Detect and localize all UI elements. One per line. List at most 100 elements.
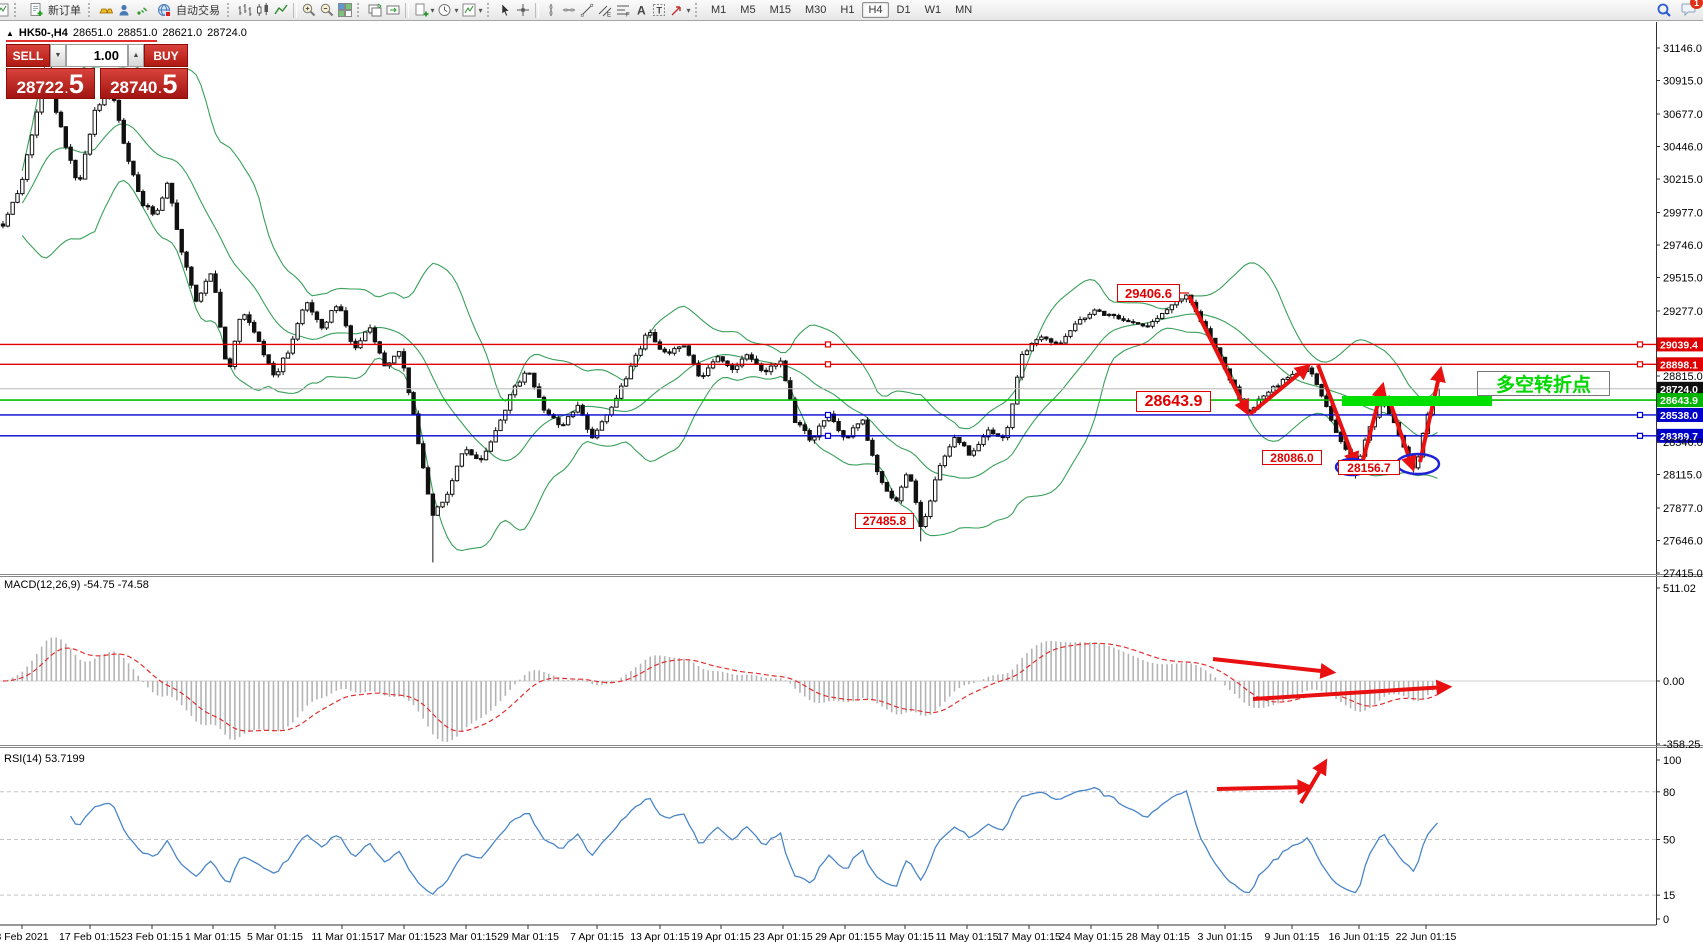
price-annotation-label: 29406.6 xyxy=(1117,284,1180,302)
line-handle[interactable] xyxy=(1638,412,1643,417)
timeframe-m5[interactable]: M5 xyxy=(734,2,761,18)
gold-instrument-icon[interactable] xyxy=(97,1,115,19)
signals-icon[interactable] xyxy=(133,1,151,19)
timeframe-w1[interactable]: W1 xyxy=(919,2,948,18)
macd-histogram: 511.020.00-358.25 xyxy=(0,583,1700,751)
svg-text:29 Mar 01:15: 29 Mar 01:15 xyxy=(497,931,559,942)
svg-text:29515.0: 29515.0 xyxy=(1663,273,1703,285)
crosshair-icon[interactable] xyxy=(514,1,532,19)
buy-button[interactable]: BUY xyxy=(144,44,188,67)
svg-text:28815.0: 28815.0 xyxy=(1663,371,1703,383)
timeframe-m30[interactable]: M30 xyxy=(799,2,832,18)
macd-signal-line xyxy=(3,643,1438,731)
notification-badge: 1 xyxy=(1690,0,1703,9)
svg-text:30446.0: 30446.0 xyxy=(1663,141,1703,153)
svg-text:28346.0: 28346.0 xyxy=(1663,437,1703,449)
chart-canvas[interactable]: 29039.428898.128724.028643.928538.028389… xyxy=(0,20,1703,942)
svg-text:30915.0: 30915.0 xyxy=(1663,76,1703,88)
svg-text:23 Mar 01:15: 23 Mar 01:15 xyxy=(435,931,497,942)
toolbar-grip[interactable] xyxy=(487,3,493,17)
cursor-icon[interactable] xyxy=(496,1,514,19)
svg-text:29 Apr 01:15: 29 Apr 01:15 xyxy=(815,931,875,942)
line-handle[interactable] xyxy=(826,412,831,417)
auto-arrange-icon[interactable] xyxy=(366,1,384,19)
svg-text:19 Apr 01:15: 19 Apr 01:15 xyxy=(691,931,751,942)
indicators-dropdown-icon[interactable]: ▾ xyxy=(460,1,484,19)
ohlc-low: 28621.0 xyxy=(162,27,202,39)
price-annotation-label: 27485.8 xyxy=(855,513,914,529)
trend-arrows xyxy=(1189,296,1446,803)
bar-chart-icon[interactable] xyxy=(236,1,254,19)
timeframe-group: M1M5M15M30H1H4D1W1MN xyxy=(704,2,979,18)
svg-text:11 Mar 01:15: 11 Mar 01:15 xyxy=(311,931,372,942)
community-icon[interactable] xyxy=(115,1,133,19)
line-handle[interactable] xyxy=(1638,433,1643,438)
svg-text:5 May 01:15: 5 May 01:15 xyxy=(876,931,934,942)
timeframe-mn[interactable]: MN xyxy=(949,2,978,18)
timeframe-m15[interactable]: M15 xyxy=(764,2,797,18)
equidistant-channel-icon[interactable]: E xyxy=(596,1,614,19)
toolbar-grip[interactable] xyxy=(14,3,20,17)
search-icon[interactable] xyxy=(1655,1,1673,19)
fibonacci-icon[interactable]: F xyxy=(614,1,632,19)
sell-price[interactable]: 28722.5 xyxy=(6,68,95,99)
zoom-out-icon[interactable] xyxy=(318,1,336,19)
new-order-button-label: 新订单 xyxy=(48,2,81,18)
buy-price[interactable]: 28740.5 xyxy=(100,68,189,99)
autotrade-button[interactable]: 自动交易 xyxy=(151,1,224,19)
svg-text:29039.4: 29039.4 xyxy=(1660,339,1698,351)
svg-text:15: 15 xyxy=(1663,890,1675,902)
toolbar-grip[interactable] xyxy=(227,3,233,17)
toolbar-grip[interactable] xyxy=(695,3,701,17)
svg-text:17 May 01:15: 17 May 01:15 xyxy=(997,931,1061,942)
arrows-shapes-icon[interactable]: ▾ xyxy=(668,1,692,19)
price-annotation-label: 28643.9 xyxy=(1136,391,1211,412)
price-axis: 31146.030915.030677.030446.030215.029977… xyxy=(1656,43,1703,580)
tile-windows-icon[interactable] xyxy=(336,1,354,19)
svg-text:-358.25: -358.25 xyxy=(1663,739,1700,751)
zoom-in-icon[interactable] xyxy=(300,1,318,19)
line-handle[interactable] xyxy=(1638,362,1643,367)
line-chart-icon[interactable] xyxy=(272,1,290,19)
rsi-panel: 1008050150 xyxy=(0,755,1681,926)
volume-decrease-button[interactable]: ▼ xyxy=(50,44,66,67)
new-order-button[interactable]: 新订单 xyxy=(23,1,85,19)
new-chart-dropdown-icon[interactable]: ▾ xyxy=(412,1,436,19)
horizontal-line-icon[interactable] xyxy=(560,1,578,19)
svg-text:5 Mar 01:15: 5 Mar 01:15 xyxy=(247,931,303,942)
line-handle[interactable] xyxy=(1638,342,1643,347)
line-handle[interactable] xyxy=(826,433,831,438)
line-handle[interactable] xyxy=(826,342,831,347)
svg-text:23 Apr 01:15: 23 Apr 01:15 xyxy=(753,931,813,942)
chart-shift-icon[interactable] xyxy=(384,1,402,19)
notifications-button[interactable]: 1 xyxy=(1679,0,1697,20)
periods-dropdown-icon[interactable]: ▾ xyxy=(436,1,460,19)
toolbar-grip[interactable] xyxy=(88,3,94,17)
trendline-icon[interactable] xyxy=(578,1,596,19)
text-icon[interactable]: A xyxy=(632,1,650,19)
vertical-line-icon[interactable] xyxy=(542,1,560,19)
timeframe-h1[interactable]: H1 xyxy=(834,2,860,18)
volume-increase-button[interactable]: ▲ xyxy=(128,44,144,67)
timeframe-m1[interactable]: M1 xyxy=(705,2,732,18)
volume-input[interactable]: 1.00 xyxy=(66,44,128,67)
panel-frame xyxy=(0,22,1703,925)
window-chart-icon[interactable] xyxy=(0,1,11,19)
toolbar-grip[interactable] xyxy=(357,3,363,17)
timeframe-d1[interactable]: D1 xyxy=(891,2,917,18)
timeframe-h4[interactable]: H4 xyxy=(862,2,888,18)
svg-text:9 Jun 01:15: 9 Jun 01:15 xyxy=(1265,931,1320,942)
macd-indicator-label: MACD(12,26,9) -54.75 -74.58 xyxy=(4,579,149,591)
sell-button[interactable]: SELL xyxy=(6,44,50,67)
text-label-icon[interactable]: T xyxy=(650,1,668,19)
svg-text:13 Apr 01:15: 13 Apr 01:15 xyxy=(630,931,690,942)
svg-text:17 Feb 01:15: 17 Feb 01:15 xyxy=(59,931,121,942)
collapse-icon[interactable]: ▲ xyxy=(6,29,14,38)
line-handle[interactable] xyxy=(826,362,831,367)
svg-text:28643.9: 28643.9 xyxy=(1660,395,1698,407)
svg-text:7 Apr 01:15: 7 Apr 01:15 xyxy=(570,931,624,942)
svg-text:3 Feb 2021: 3 Feb 2021 xyxy=(0,931,49,942)
candle-chart-icon[interactable] xyxy=(254,1,272,19)
svg-text:A: A xyxy=(637,4,646,18)
svg-text:50: 50 xyxy=(1663,835,1675,847)
